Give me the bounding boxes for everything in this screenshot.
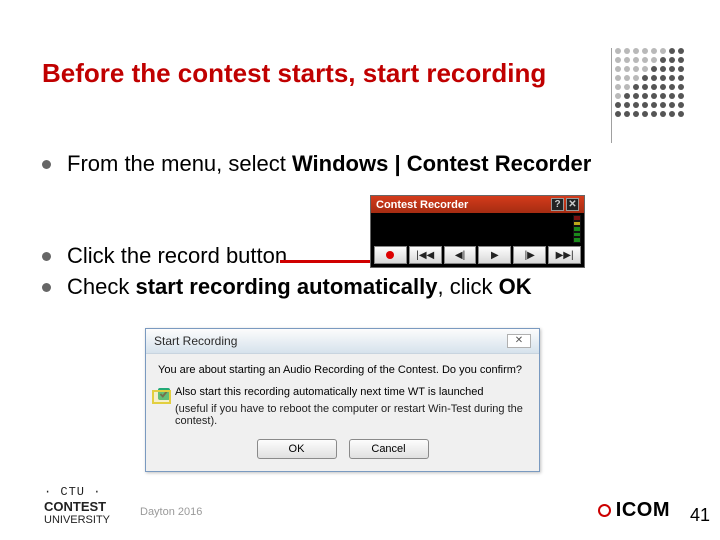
bullet-icon [42,252,51,261]
auto-start-label: Also start this recording automatically … [175,386,484,398]
record-button[interactable] [374,246,407,264]
play-button[interactable]: ▶ [478,246,511,264]
footer-date: Dayton 2016 [140,506,202,518]
bullet-2: Click the record button [67,242,287,270]
bullet-icon [42,283,51,292]
cancel-button[interactable]: Cancel [349,439,429,459]
slide-title: Before the contest starts, start recordi… [42,58,546,89]
bullet-icon [42,160,51,169]
dialog-close-button[interactable]: ✕ [507,334,531,348]
start-recording-dialog: Start Recording ✕ You are about starting… [145,328,540,472]
dialog-title: Start Recording [154,334,507,348]
icom-text: ICOM [616,499,670,522]
dialog-hint: (useful if you have to reboot the comput… [175,403,527,427]
contest-recorder-window: Contest Recorder ? ✕ |◀◀ ◀| ▶ |▶ ▶▶| [370,195,585,268]
slide-body: From the menu, select Windows | Contest … [42,150,682,319]
record-icon [386,251,394,259]
decorative-line [611,48,612,143]
checkbox-highlight [152,390,171,404]
skip-back-button[interactable]: |◀◀ [409,246,442,264]
decorative-dots [615,48,684,117]
help-button[interactable]: ? [551,198,564,211]
icom-ring-icon [598,504,611,517]
next-button[interactable]: |▶ [513,246,546,264]
prev-button[interactable]: ◀| [444,246,477,264]
bullet-3: Check start recording automatically, cli… [67,273,532,301]
close-button[interactable]: ✕ [566,198,579,211]
contest-recorder-titlebar: Contest Recorder ? ✕ [371,196,584,213]
footer-brand: ICOM [598,499,670,522]
footer-logo: · CTU · CONTEST UNIVERSITY [44,486,110,526]
dialog-message: You are about starting an Audio Recordin… [158,364,527,376]
arrow-to-record [280,260,380,263]
ok-button[interactable]: OK [257,439,337,459]
auto-start-checkbox-row[interactable]: Also start this recording automatically … [158,386,527,400]
contest-recorder-title: Contest Recorder [376,199,549,211]
page-number: 41 [690,505,710,526]
bullet-1: From the menu, select Windows | Contest … [67,150,591,178]
level-meter [573,215,581,243]
skip-forward-button[interactable]: ▶▶| [548,246,581,264]
dialog-titlebar: Start Recording ✕ [146,329,539,354]
